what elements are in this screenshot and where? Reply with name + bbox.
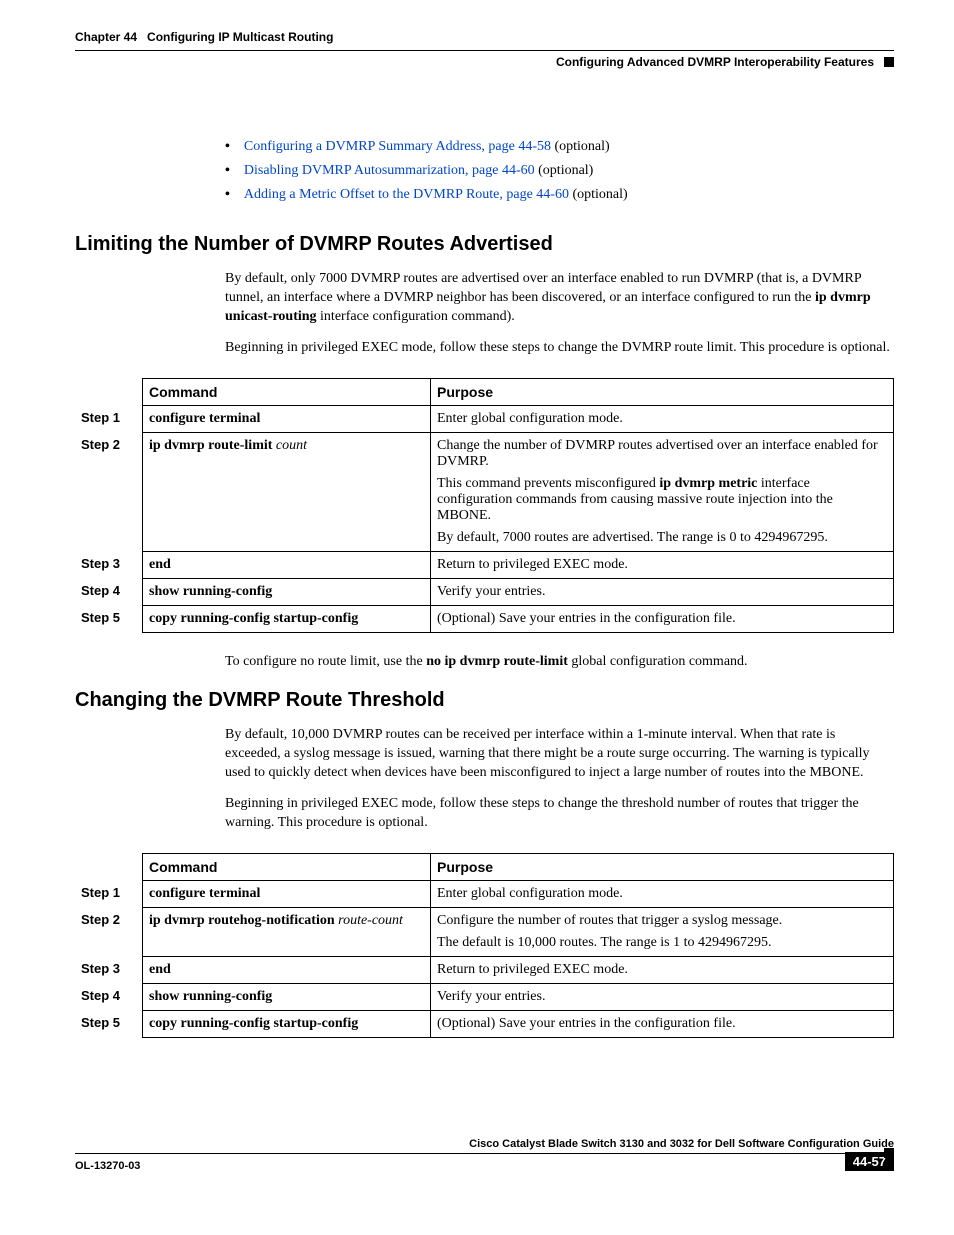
xref-link[interactable]: Configuring a DVMRP Summary Address, pag… [244, 139, 551, 154]
chapter-label: Chapter 44 [75, 30, 137, 44]
paragraph: By default, only 7000 DVMRP routes are a… [225, 270, 894, 327]
command-text: copy running-config startup-config [149, 611, 358, 626]
steps-table: Command Purpose Step 1 configure termina… [75, 378, 894, 633]
paragraph: Beginning in privileged EXEC mode, follo… [225, 339, 894, 358]
purpose-text: (Optional) Save your entries in the conf… [431, 605, 894, 632]
xref-link[interactable]: Disabling DVMRP Autosummarization, page … [244, 163, 535, 178]
table-row: Step 1 configure terminal Enter global c… [75, 880, 894, 907]
step-label: Step 3 [75, 956, 143, 983]
step-label: Step 1 [75, 405, 143, 432]
purpose-sub: By default, 7000 routes are advertised. … [437, 530, 887, 546]
purpose-text: Enter global configuration mode. [431, 880, 894, 907]
inline-command: no ip dvmrp route-limit [426, 654, 568, 669]
step-label: Step 4 [75, 983, 143, 1010]
step-label: Step 5 [75, 605, 143, 632]
page-header: Chapter 44 Configuring IP Multicast Rout… [75, 30, 894, 69]
steps-table: Command Purpose Step 1 configure termina… [75, 853, 894, 1038]
command-text: copy running-config startup-config [149, 1016, 358, 1031]
list-item: Disabling DVMRP Autosummarization, page … [225, 163, 894, 179]
col-header-purpose: Purpose [431, 853, 894, 880]
purpose-sub: This command prevents misconfigured ip d… [437, 476, 887, 524]
xref-link[interactable]: Adding a Metric Offset to the DVMRP Rout… [244, 187, 569, 202]
command-text: end [149, 557, 171, 572]
list-item: Configuring a DVMRP Summary Address, pag… [225, 139, 894, 155]
section-heading: Limiting the Number of DVMRP Routes Adve… [75, 233, 894, 256]
table-row: Step 2 ip dvmrp route-limit count Change… [75, 432, 894, 551]
col-header-command: Command [143, 378, 431, 405]
purpose-text: Verify your entries. [431, 983, 894, 1010]
paragraph: By default, 10,000 DVMRP routes can be r… [225, 726, 894, 783]
text: interface configuration command). [317, 309, 515, 324]
text: To configure no route limit, use the [225, 654, 426, 669]
inline-command: ip dvmrp metric [659, 476, 757, 491]
command-text: show running-config [149, 584, 272, 599]
step-label: Step 5 [75, 1010, 143, 1037]
table-row: Step 2 ip dvmrp routehog-notification ro… [75, 907, 894, 956]
table-row: Step 4 show running-config Verify your e… [75, 578, 894, 605]
purpose-text: Configure the number of routes that trig… [437, 913, 782, 928]
command-arg: route-count [338, 913, 403, 928]
text: By default, only 7000 DVMRP routes are a… [225, 271, 861, 305]
command-text: end [149, 962, 171, 977]
text: This command prevents misconfigured [437, 476, 659, 491]
section-title: Configuring Advanced DVMRP Interoperabil… [556, 55, 874, 69]
link-suffix: (optional) [535, 163, 594, 178]
bullet-list: Configuring a DVMRP Summary Address, pag… [225, 139, 894, 203]
command-text: configure terminal [149, 411, 260, 426]
step-label: Step 1 [75, 880, 143, 907]
table-row: Step 4 show running-config Verify your e… [75, 983, 894, 1010]
table-row: Step 5 copy running-config startup-confi… [75, 1010, 894, 1037]
purpose-text: Return to privileged EXEC mode. [431, 956, 894, 983]
table-row: Step 5 copy running-config startup-confi… [75, 605, 894, 632]
purpose-text: Enter global configuration mode. [431, 405, 894, 432]
table-row: Step 3 end Return to privileged EXEC mod… [75, 956, 894, 983]
col-header-purpose: Purpose [431, 378, 894, 405]
list-item: Adding a Metric Offset to the DVMRP Rout… [225, 187, 894, 203]
paragraph: To configure no route limit, use the no … [225, 653, 894, 672]
step-label: Step 3 [75, 551, 143, 578]
command-arg: count [276, 438, 307, 453]
footer-doc-id: OL-13270-03 [75, 1160, 140, 1172]
link-suffix: (optional) [551, 139, 610, 154]
command-text: configure terminal [149, 886, 260, 901]
purpose-text: Change the number of DVMRP routes advert… [437, 438, 878, 469]
purpose-sub: The default is 10,000 routes. The range … [437, 935, 887, 951]
purpose-text: Verify your entries. [431, 578, 894, 605]
col-header-command: Command [143, 853, 431, 880]
link-suffix: (optional) [569, 187, 628, 202]
footer-guide-title: Cisco Catalyst Blade Switch 3130 and 303… [469, 1138, 894, 1150]
step-label: Step 2 [75, 432, 143, 551]
section-heading: Changing the DVMRP Route Threshold [75, 689, 894, 712]
paragraph: Beginning in privileged EXEC mode, follo… [225, 795, 894, 833]
command-text: ip dvmrp routehog-notification [149, 913, 338, 928]
chapter-title: Configuring IP Multicast Routing [147, 30, 333, 44]
page-content: Configuring a DVMRP Summary Address, pag… [225, 139, 894, 1038]
purpose-text: (Optional) Save your entries in the conf… [431, 1010, 894, 1037]
header-marker-icon [884, 57, 894, 67]
command-text: ip dvmrp route-limit [149, 438, 276, 453]
step-label: Step 2 [75, 907, 143, 956]
purpose-text: Return to privileged EXEC mode. [431, 551, 894, 578]
table-row: Step 1 configure terminal Enter global c… [75, 405, 894, 432]
step-label: Step 4 [75, 578, 143, 605]
command-text: show running-config [149, 989, 272, 1004]
table-row: Step 3 end Return to privileged EXEC mod… [75, 551, 894, 578]
page-footer: Cisco Catalyst Blade Switch 3130 and 303… [75, 1138, 894, 1172]
text: global configuration command. [568, 654, 748, 669]
